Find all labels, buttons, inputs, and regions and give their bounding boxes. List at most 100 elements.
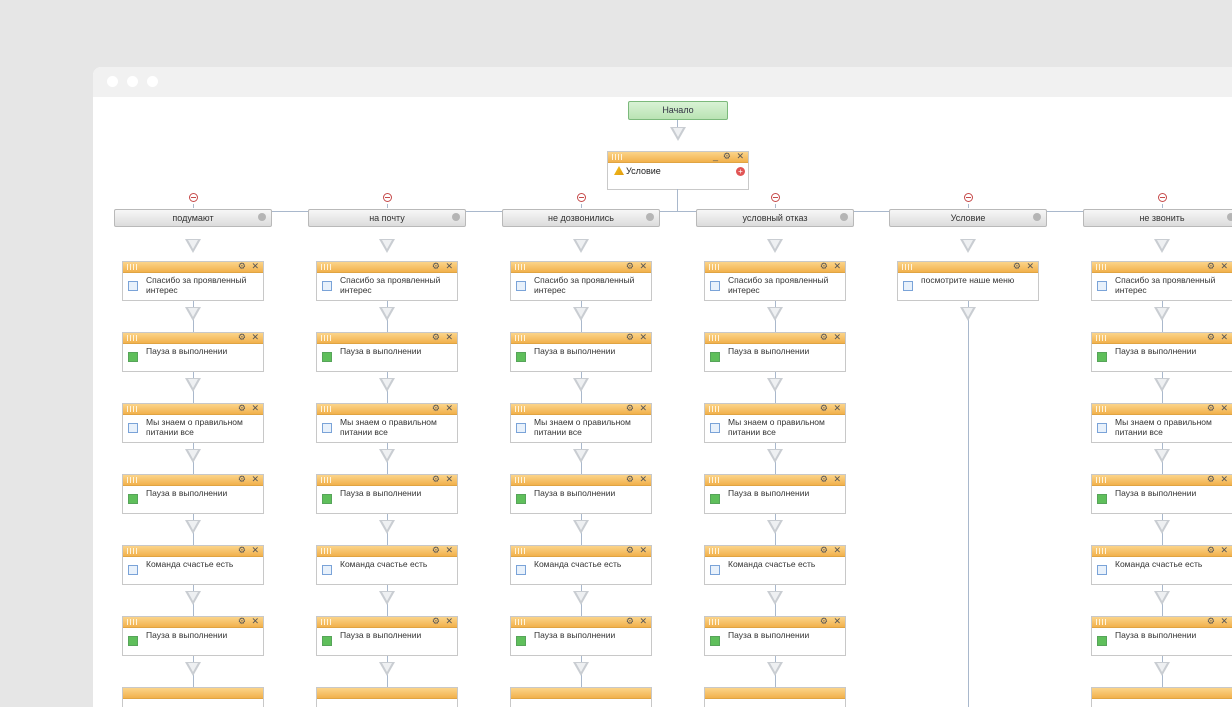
start-node[interactable]: Начало [628, 101, 728, 120]
workflow-step-card[interactable]: ⚙ ✕ посмотрите наше меню [897, 261, 1039, 301]
workflow-step-card[interactable]: ⚙ ✕ Пауза в выполнении [704, 474, 846, 514]
workflow-step-card[interactable]: ⚙ ✕ Спасибо за проявленный интерес [510, 261, 652, 301]
gear-icon[interactable]: ⚙ [820, 402, 828, 414]
close-icon[interactable]: ✕ [1220, 402, 1228, 414]
branch-label[interactable]: на почту [308, 209, 466, 227]
gear-icon[interactable] [1033, 213, 1041, 221]
collapse-branch-icon[interactable] [1158, 193, 1167, 202]
workflow-step-card[interactable]: ⚙ ✕ Мы знаем о правильном питании все [316, 403, 458, 443]
gear-icon[interactable]: ⚙ [432, 544, 440, 556]
gear-icon[interactable]: ⚙ [626, 615, 634, 627]
gear-icon[interactable]: ⚙ [626, 260, 634, 272]
workflow-step-card[interactable]: ⚙ ✕ Пауза в выполнении [510, 616, 652, 656]
drag-handle-icon[interactable] [515, 477, 525, 483]
workflow-step-card[interactable]: ⚙ ✕ Пауза в выполнении [122, 616, 264, 656]
branch-label[interactable]: Условие [889, 209, 1047, 227]
workflow-step-card[interactable]: ⚙ ✕ Пауза в выполнении [510, 332, 652, 372]
workflow-step-card[interactable]: ⚙ ✕ Мы знаем о правильном питании все [122, 403, 264, 443]
close-icon[interactable]: ✕ [445, 260, 453, 272]
close-icon[interactable]: ✕ [833, 615, 841, 627]
close-icon[interactable]: ✕ [639, 331, 647, 343]
drag-handle-icon[interactable] [127, 406, 137, 412]
close-icon[interactable]: ✕ [833, 402, 841, 414]
gear-icon[interactable] [1227, 213, 1232, 221]
gear-icon[interactable]: ⚙ [723, 150, 731, 162]
close-icon[interactable]: ✕ [1220, 544, 1228, 556]
branch-label[interactable]: не дозвонились [502, 209, 660, 227]
close-icon[interactable]: ✕ [1220, 615, 1228, 627]
close-icon[interactable]: ✕ [251, 260, 259, 272]
workflow-step-card[interactable]: ⚙ ✕ Команда счастье есть [316, 545, 458, 585]
drag-handle-icon[interactable] [612, 154, 622, 160]
gear-icon[interactable]: ⚙ [820, 615, 828, 627]
workflow-step-card[interactable] [1091, 687, 1232, 707]
close-icon[interactable]: ✕ [251, 544, 259, 556]
workflow-step-card[interactable]: ⚙ ✕ Пауза в выполнении [316, 474, 458, 514]
branch-label[interactable]: условный отказ [696, 209, 854, 227]
gear-icon[interactable]: ⚙ [432, 260, 440, 272]
gear-icon[interactable]: ⚙ [820, 260, 828, 272]
collapse-branch-icon[interactable] [771, 193, 780, 202]
workflow-step-card[interactable]: ⚙ ✕ Спасибо за проявленный интерес [316, 261, 458, 301]
drag-handle-icon[interactable] [709, 335, 719, 341]
drag-handle-icon[interactable] [127, 619, 137, 625]
gear-icon[interactable]: ⚙ [238, 615, 246, 627]
gear-icon[interactable]: ⚙ [238, 473, 246, 485]
gear-icon[interactable]: ⚙ [626, 402, 634, 414]
drag-handle-icon[interactable] [321, 335, 331, 341]
drag-handle-icon[interactable] [321, 406, 331, 412]
close-icon[interactable]: ✕ [251, 331, 259, 343]
workflow-step-card[interactable]: ⚙ ✕ Спасибо за проявленный интерес [122, 261, 264, 301]
close-icon[interactable]: ✕ [445, 331, 453, 343]
close-icon[interactable]: ✕ [639, 544, 647, 556]
workflow-step-card[interactable]: ⚙ ✕ Пауза в выполнении [122, 474, 264, 514]
gear-icon[interactable]: ⚙ [1207, 615, 1215, 627]
workflow-step-card[interactable] [704, 687, 846, 707]
gear-icon[interactable]: ⚙ [820, 331, 828, 343]
drag-handle-icon[interactable] [515, 335, 525, 341]
drag-handle-icon[interactable] [1096, 548, 1106, 554]
close-icon[interactable]: ✕ [445, 473, 453, 485]
add-branch-icon[interactable]: + [736, 167, 745, 176]
window-dot-icon[interactable] [107, 76, 118, 87]
workflow-step-card[interactable]: ⚙ ✕ Мы знаем о правильном питании все [1091, 403, 1232, 443]
gear-icon[interactable]: ⚙ [626, 544, 634, 556]
gear-icon[interactable]: ⚙ [626, 473, 634, 485]
gear-icon[interactable]: ⚙ [432, 473, 440, 485]
drag-handle-icon[interactable] [709, 406, 719, 412]
drag-handle-icon[interactable] [127, 264, 137, 270]
drag-handle-icon[interactable] [515, 548, 525, 554]
workflow-step-card[interactable] [122, 687, 264, 707]
collapse-branch-icon[interactable] [189, 193, 198, 202]
drag-handle-icon[interactable] [321, 264, 331, 270]
window-dot-icon[interactable] [147, 76, 158, 87]
drag-handle-icon[interactable] [321, 619, 331, 625]
drag-handle-icon[interactable] [709, 548, 719, 554]
drag-handle-icon[interactable] [321, 548, 331, 554]
collapse-branch-icon[interactable] [383, 193, 392, 202]
close-icon[interactable]: ✕ [445, 615, 453, 627]
workflow-step-card[interactable]: ⚙ ✕ Спасибо за проявленный интерес [704, 261, 846, 301]
branch-label[interactable]: подумают [114, 209, 272, 227]
minimize-icon[interactable]: _ [713, 150, 718, 162]
workflow-step-card[interactable] [510, 687, 652, 707]
gear-icon[interactable]: ⚙ [1207, 544, 1215, 556]
workflow-step-card[interactable]: ⚙ ✕ Пауза в выполнении [510, 474, 652, 514]
close-icon[interactable]: ✕ [639, 615, 647, 627]
gear-icon[interactable]: ⚙ [1207, 473, 1215, 485]
gear-icon[interactable]: ⚙ [238, 544, 246, 556]
close-icon[interactable]: ✕ [1220, 331, 1228, 343]
close-icon[interactable]: ✕ [833, 544, 841, 556]
drag-handle-icon[interactable] [515, 264, 525, 270]
drag-handle-icon[interactable] [902, 264, 912, 270]
workflow-step-card[interactable]: ⚙ ✕ Пауза в выполнении [1091, 332, 1232, 372]
workflow-step-card[interactable]: ⚙ ✕ Пауза в выполнении [122, 332, 264, 372]
gear-icon[interactable]: ⚙ [238, 402, 246, 414]
close-icon[interactable]: ✕ [445, 402, 453, 414]
gear-icon[interactable] [646, 213, 654, 221]
drag-handle-icon[interactable] [709, 619, 719, 625]
workflow-step-card[interactable]: ⚙ ✕ Пауза в выполнении [704, 332, 846, 372]
gear-icon[interactable]: ⚙ [238, 260, 246, 272]
gear-icon[interactable]: ⚙ [1207, 260, 1215, 272]
close-icon[interactable]: ✕ [1220, 260, 1228, 272]
